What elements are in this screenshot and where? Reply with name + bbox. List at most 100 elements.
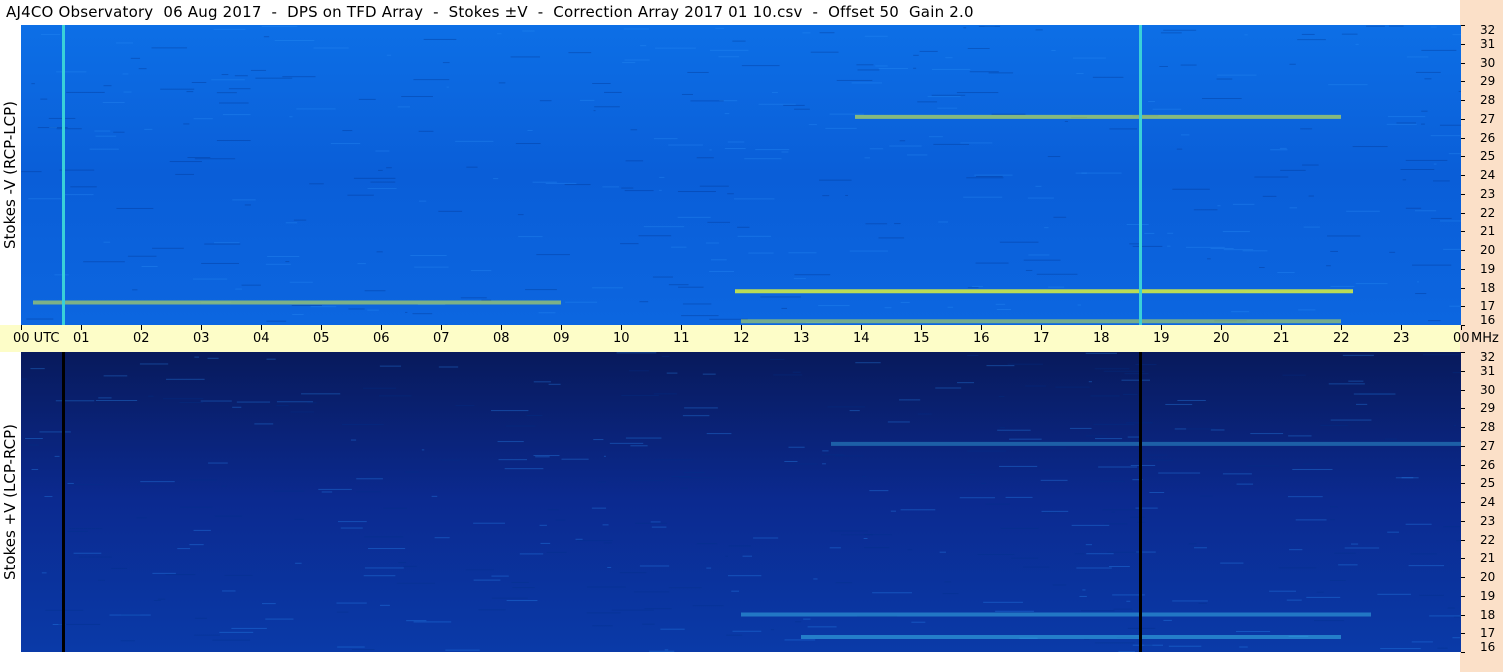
heatmap-speckle bbox=[376, 251, 383, 253]
heatmap-speckle bbox=[1055, 386, 1090, 388]
heatmap-speckle bbox=[1306, 596, 1341, 598]
heatmap-speckle bbox=[635, 522, 667, 524]
heatmap-speckle bbox=[274, 40, 315, 42]
frequency-tick-label: 19 bbox=[1480, 261, 1496, 276]
frequency-tick-label: 23 bbox=[1480, 513, 1496, 528]
heatmap-speckle bbox=[661, 355, 670, 357]
heatmap-speckle bbox=[819, 32, 835, 34]
heatmap-speckle bbox=[668, 144, 703, 146]
heatmap-speckle bbox=[285, 222, 298, 224]
heatmap-speckle bbox=[1330, 506, 1338, 508]
heatmap-speckle bbox=[1424, 78, 1432, 80]
heatmap-speckle bbox=[945, 57, 953, 59]
heatmap-speckle bbox=[975, 262, 1009, 264]
heatmap-speckle bbox=[519, 553, 544, 555]
heatmap-speckle bbox=[737, 226, 750, 228]
heatmap-speckle bbox=[1389, 251, 1396, 253]
heatmap-speckle bbox=[111, 567, 128, 569]
heatmap-speckle bbox=[1222, 231, 1250, 233]
heatmap-speckle bbox=[350, 439, 357, 441]
heatmap-speckle bbox=[602, 524, 609, 526]
heatmap-speckle bbox=[518, 236, 543, 238]
heatmap-background bbox=[21, 352, 1461, 652]
frequency-tick-mark bbox=[1461, 614, 1465, 616]
heatmap-speckle bbox=[267, 256, 300, 258]
heatmap-speckle bbox=[1236, 483, 1254, 485]
heatmap-speckle bbox=[522, 30, 535, 32]
heatmap-speckle bbox=[810, 51, 839, 53]
heatmap-speckle bbox=[367, 188, 397, 190]
heatmap-speckle bbox=[1415, 71, 1441, 73]
heatmap-speckle bbox=[1098, 466, 1138, 468]
heatmap-speckle bbox=[1025, 385, 1047, 387]
frequency-tick-mark bbox=[1461, 306, 1465, 308]
heatmap-speckle bbox=[356, 491, 381, 493]
heatmap-speckle bbox=[193, 529, 211, 531]
heatmap-speckle bbox=[446, 86, 449, 88]
heatmap-speckle bbox=[1167, 232, 1174, 234]
heatmap-speckle bbox=[214, 515, 243, 517]
heatmap-speckle bbox=[535, 456, 550, 458]
heatmap-speckle bbox=[1406, 56, 1429, 58]
heatmap-speckle bbox=[718, 56, 740, 58]
heatmap-speckle bbox=[1207, 258, 1211, 260]
heatmap-speckle bbox=[1027, 197, 1054, 199]
heatmap-speckle bbox=[995, 303, 1006, 305]
heatmap-speckle bbox=[1433, 163, 1437, 165]
interference-line bbox=[62, 25, 65, 325]
frequency-tick-mark bbox=[1461, 445, 1465, 447]
heatmap-speckle bbox=[967, 287, 979, 289]
heatmap-speckle bbox=[295, 562, 302, 564]
heatmap-speckle bbox=[266, 320, 287, 322]
frequency-tick-mark bbox=[1461, 558, 1465, 560]
heatmap-speckle bbox=[116, 42, 134, 44]
time-tick-mark bbox=[381, 325, 382, 330]
heatmap-speckle bbox=[1094, 368, 1130, 370]
heatmap-speckle bbox=[1334, 552, 1356, 554]
heatmap-speckle bbox=[741, 65, 780, 67]
heatmap-speckle bbox=[1430, 26, 1437, 28]
heatmap-speckle bbox=[1330, 519, 1335, 521]
heatmap-speckle bbox=[821, 454, 845, 456]
time-tick-mark bbox=[441, 325, 442, 330]
heatmap-speckle bbox=[807, 626, 837, 628]
heatmap-speckle bbox=[438, 366, 459, 368]
heatmap-speckle bbox=[963, 196, 1003, 198]
heatmap-speckle bbox=[26, 318, 54, 320]
heatmap-speckle bbox=[406, 620, 427, 622]
heatmap-speckle bbox=[204, 243, 241, 245]
time-tick-mark bbox=[1041, 325, 1042, 330]
heatmap-speckle bbox=[63, 194, 94, 196]
heatmap-speckle bbox=[434, 537, 450, 539]
heatmap-speckle bbox=[548, 383, 561, 385]
heatmap-speckle bbox=[69, 528, 103, 530]
heatmap-speckle bbox=[473, 522, 506, 524]
heatmap-speckle bbox=[630, 129, 638, 131]
heatmap-speckle bbox=[942, 593, 959, 595]
heatmap-speckle bbox=[1289, 549, 1303, 551]
heatmap-speckle bbox=[379, 604, 390, 606]
heatmap-speckle bbox=[1165, 403, 1193, 405]
heatmap-speckle bbox=[517, 214, 524, 216]
heatmap-speckle bbox=[103, 241, 111, 243]
heatmap-speckle bbox=[561, 458, 589, 460]
heatmap-speckle bbox=[545, 182, 577, 184]
heatmap-speckle bbox=[827, 406, 866, 408]
frequency-tick-label: 21 bbox=[1480, 551, 1496, 566]
frequency-tick-mark bbox=[1461, 81, 1465, 83]
heatmap-speckle bbox=[1366, 25, 1385, 27]
heatmap-speckle bbox=[1130, 516, 1145, 518]
heatmap-speckle bbox=[671, 476, 692, 478]
heatmap-speckle bbox=[39, 431, 71, 433]
heatmap-speckle bbox=[1047, 156, 1061, 158]
heatmap-speckle bbox=[261, 25, 298, 27]
heatmap-speckle bbox=[651, 526, 667, 528]
heatmap-speckle bbox=[664, 649, 669, 651]
heatmap-speckle bbox=[959, 497, 995, 499]
heatmap-speckle bbox=[642, 623, 655, 625]
frequency-tick-mark bbox=[1461, 370, 1465, 372]
heatmap-speckle bbox=[1384, 438, 1398, 440]
time-tick-label: 00 bbox=[1453, 331, 1470, 346]
heatmap-speckle bbox=[1427, 320, 1441, 322]
frequency-tick-mark bbox=[1461, 193, 1465, 195]
